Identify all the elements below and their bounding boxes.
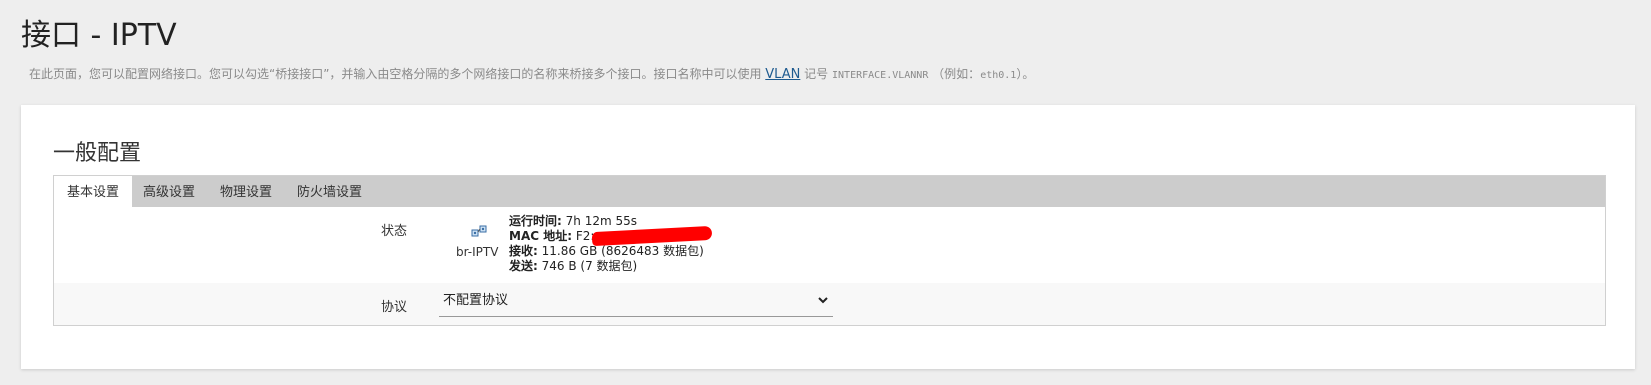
- uptime-value: 7h 12m 55s: [565, 214, 637, 228]
- interface-notation: INTERFACE.VLANNR: [832, 70, 929, 81]
- description-text: 在此页面，您可以配置网络接口。您可以勾选“桥接接口”，并输入由空格分隔的多个网络…: [29, 67, 762, 81]
- section-title: 一般配置: [53, 141, 142, 166]
- tab-firewall-settings[interactable]: 防火墙设置: [284, 176, 375, 207]
- example-prefix: （例如：: [932, 67, 981, 81]
- tab-advanced-settings[interactable]: 高级设置: [130, 176, 208, 207]
- protocol-label: 协议: [381, 300, 408, 315]
- rx-value: 11.86 GB (8626483 数据包): [541, 244, 704, 258]
- description-text-2: 记号: [804, 67, 829, 81]
- tab-physical-settings[interactable]: 物理设置: [207, 176, 285, 207]
- tab-basic-settings[interactable]: 基本设置: [54, 176, 133, 207]
- uptime-label: 运行时间:: [509, 214, 562, 228]
- mac-label: MAC 地址:: [509, 229, 573, 243]
- interface-name: br-IPTV: [456, 245, 499, 259]
- example-suffix: ）。: [1016, 67, 1035, 81]
- config-panel: 基本设置 高级设置 物理设置 防火墙设置 状态 br-IPTV 运行时间: 7h…: [53, 175, 1606, 326]
- status-label: 状态: [381, 224, 408, 239]
- vlan-link[interactable]: VLAN: [765, 67, 800, 82]
- example-code: eth0.1: [980, 70, 1017, 81]
- chevron-down-icon: [817, 289, 829, 315]
- page-title: 接口 - IPTV: [21, 18, 177, 53]
- status-row: 状态 br-IPTV 运行时间: 7h 12m 55s MAC 地址: F2: …: [54, 207, 1605, 283]
- network-bridge-icon: [471, 224, 487, 240]
- page-description: 在此页面，您可以配置网络接口。您可以勾选“桥接接口”，并输入由空格分隔的多个网络…: [29, 65, 1034, 82]
- rx-label: 接收:: [509, 244, 538, 258]
- protocol-select[interactable]: 不配置协议: [439, 288, 833, 317]
- protocol-selected-value: 不配置协议: [443, 293, 509, 308]
- tx-value: 746 B (7 数据包): [541, 259, 638, 273]
- protocol-row: 协议 不配置协议: [54, 283, 1605, 325]
- tx-label: 发送:: [509, 259, 538, 273]
- tab-bar: 基本设置 高级设置 物理设置 防火墙设置: [54, 176, 1605, 207]
- config-card: 一般配置 基本设置 高级设置 物理设置 防火墙设置 状态 br-IPTV 运行时…: [21, 105, 1635, 369]
